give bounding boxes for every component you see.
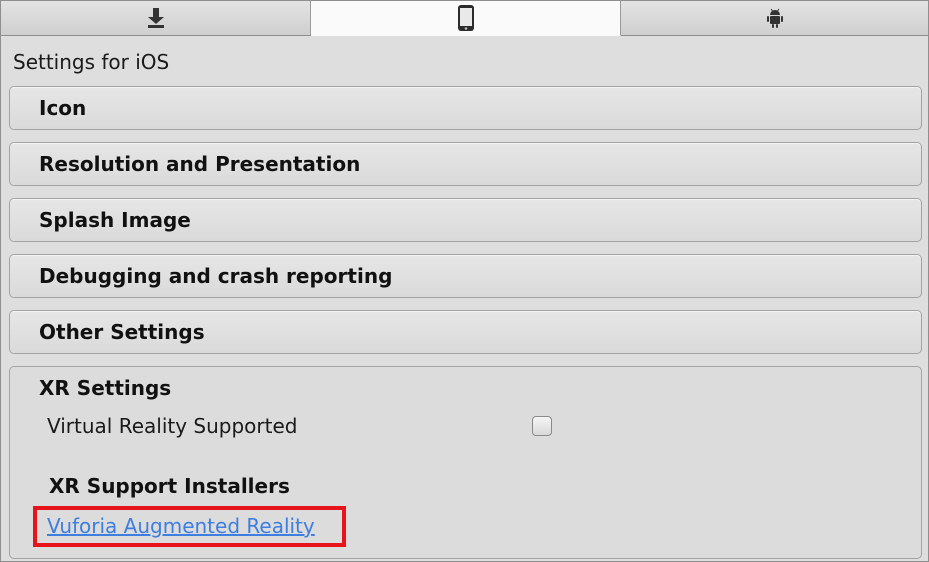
section-splash-image[interactable]: Splash Image <box>9 198 922 242</box>
section-label: Debugging and crash reporting <box>39 264 393 288</box>
virtual-reality-supported-checkbox[interactable] <box>532 416 552 436</box>
xr-support-installers-heading: XR Support Installers <box>49 474 290 498</box>
section-xr-settings: XR Settings Virtual Reality Supported XR… <box>9 366 922 559</box>
platform-tabs <box>1 1 928 36</box>
settings-title: Settings for iOS <box>13 50 170 74</box>
section-label: Resolution and Presentation <box>39 152 361 176</box>
player-settings-panel: Settings for iOS Icon Resolution and Pre… <box>0 0 929 562</box>
vuforia-augmented-reality-link[interactable]: Vuforia Augmented Reality <box>47 514 315 538</box>
phone-icon <box>457 4 475 32</box>
download-icon <box>147 8 165 28</box>
section-label: Other Settings <box>39 320 205 344</box>
section-label: Splash Image <box>39 208 191 232</box>
tab-standalone[interactable] <box>1 1 311 35</box>
xr-settings-header[interactable]: XR Settings <box>39 376 171 400</box>
virtual-reality-supported-label: Virtual Reality Supported <box>47 414 298 438</box>
section-label: Icon <box>39 96 87 120</box>
tab-android[interactable] <box>621 1 928 35</box>
tab-ios[interactable] <box>311 1 621 36</box>
android-icon <box>766 8 784 28</box>
section-other-settings[interactable]: Other Settings <box>9 310 922 354</box>
section-resolution-and-presentation[interactable]: Resolution and Presentation <box>9 142 922 186</box>
section-icon[interactable]: Icon <box>9 86 922 130</box>
section-debugging-and-crash-reporting[interactable]: Debugging and crash reporting <box>9 254 922 298</box>
